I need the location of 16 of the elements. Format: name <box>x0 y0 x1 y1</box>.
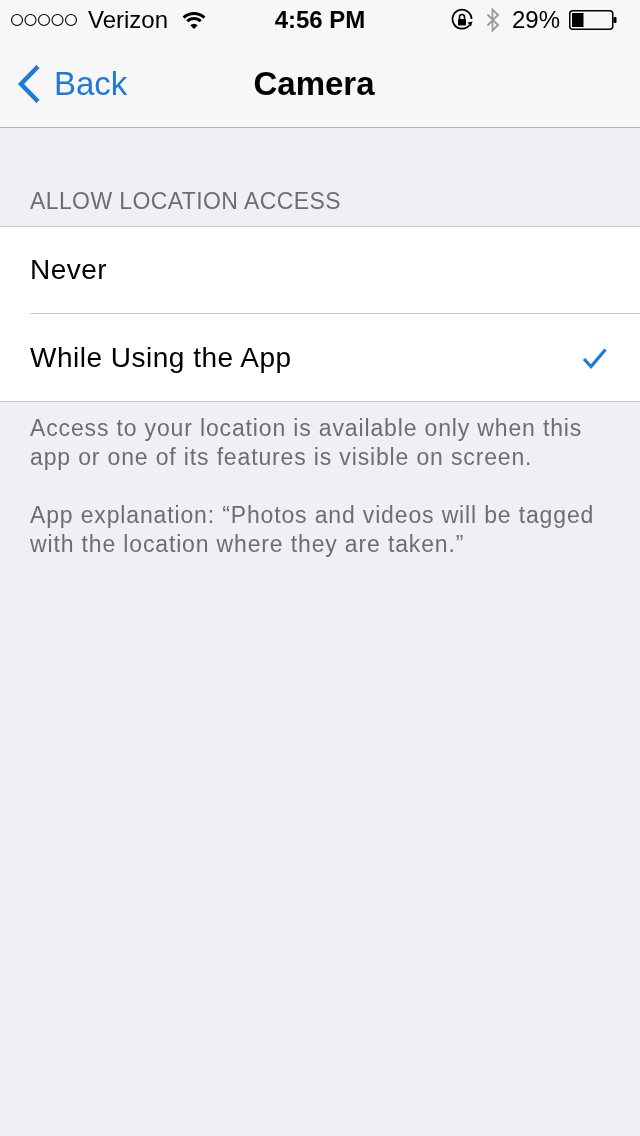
status-time: 4:56 PM <box>274 6 366 34</box>
nav-title: Camera <box>253 63 375 104</box>
wifi-icon <box>182 11 207 29</box>
bluetooth-icon <box>485 7 500 33</box>
battery-icon <box>569 10 617 30</box>
option-row[interactable]: Never <box>0 227 640 314</box>
chevron-left-icon <box>17 63 41 104</box>
back-button[interactable]: Back <box>0 63 128 104</box>
rotation-lock-icon <box>449 8 474 32</box>
section-header: ALLOW LOCATION ACCESS <box>30 187 341 215</box>
signal-icon <box>10 13 78 27</box>
footer-text: Access to your location is available only when this app or one of its features is visible on screen. <box>30 414 584 472</box>
battery-percent: 29% <box>511 6 560 34</box>
option-row[interactable]: While Using the App <box>0 314 640 401</box>
footer-text: App explanation: “Photos and videos will be tagged with the location where they are taken.” <box>30 501 596 559</box>
carrier-name: Verizon <box>88 6 169 34</box>
